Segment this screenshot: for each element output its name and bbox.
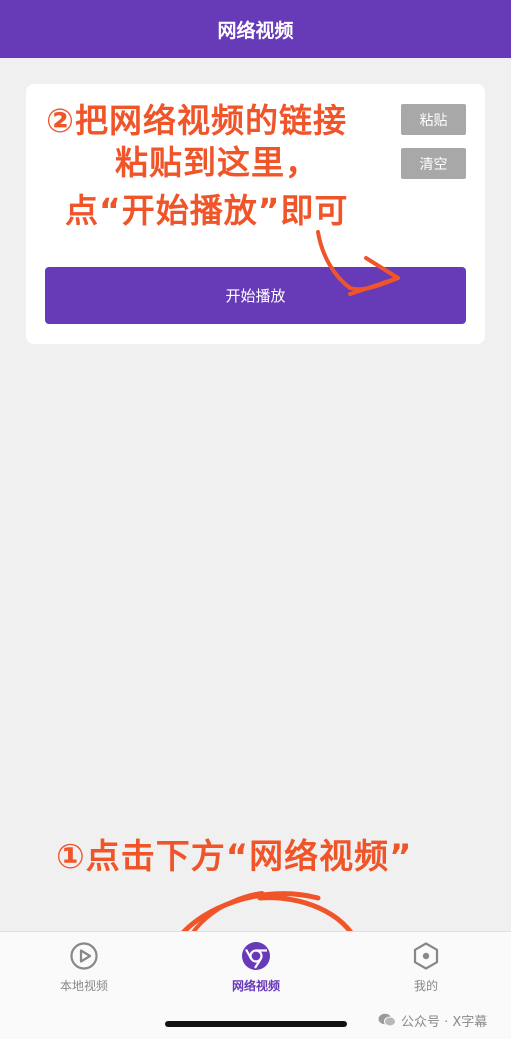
wechat-icon bbox=[378, 1013, 396, 1027]
home-indicator bbox=[165, 1021, 347, 1027]
tab-label: 网络视频 bbox=[231, 979, 280, 993]
annotation-step2-line2: 粘贴到这里， bbox=[115, 143, 319, 182]
play-circle-icon bbox=[70, 942, 98, 970]
annotation-step2-line3: 点“开始播放”即可 bbox=[65, 191, 349, 230]
app-bar: 网络视频 bbox=[0, 0, 511, 58]
tab-local-video[interactable]: 本地视频 bbox=[24, 932, 144, 1012]
hexagon-settings-icon bbox=[413, 942, 439, 970]
annotation-step1: ①点击下方“网络视频” bbox=[56, 837, 413, 877]
annotation-step2-line1: ②把网络视频的链接 bbox=[46, 101, 347, 140]
page-title: 网络视频 bbox=[217, 19, 294, 42]
start-play-button[interactable]: 开始播放 bbox=[45, 267, 466, 324]
tab-label: 本地视频 bbox=[59, 979, 108, 993]
tab-mine[interactable]: 我的 bbox=[366, 932, 486, 1012]
watermark-text: 公众号 · X字幕 bbox=[401, 1014, 488, 1030]
chrome-icon bbox=[242, 942, 270, 970]
tab-label: 我的 bbox=[413, 979, 438, 993]
clear-button[interactable]: 清空 bbox=[401, 148, 466, 179]
tab-network-video[interactable]: 网络视频 bbox=[196, 932, 316, 1012]
watermark: 公众号 · X字幕 bbox=[378, 1010, 487, 1030]
paste-button[interactable]: 粘贴 bbox=[401, 104, 466, 135]
